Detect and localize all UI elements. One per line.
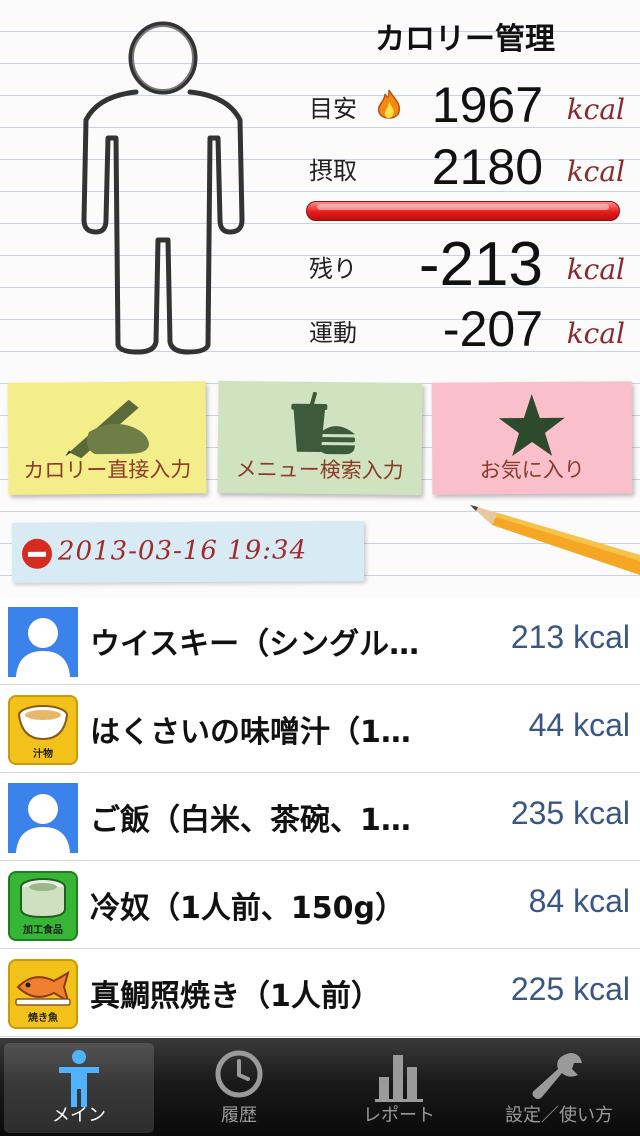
- stat-remaining-unit: kcal: [566, 253, 625, 286]
- entry-kcal: 84 kcal: [528, 883, 630, 919]
- bar-chart-icon: [375, 1055, 423, 1102]
- list-item[interactable]: 汁物 はくさいの味噌汁（1… 44 kcal: [0, 685, 640, 773]
- progress-shine: [317, 204, 609, 210]
- person-icon: [8, 607, 78, 677]
- grilled-fish-icon: 焼き魚: [8, 959, 78, 1029]
- tab-main[interactable]: メイン: [4, 1043, 154, 1133]
- tab-history-label: 履歴: [221, 1105, 257, 1126]
- food-entry-list: ウイスキー（シングル… 213 kcal 汁物 はくさいの味噌汁（1… 44 k…: [0, 597, 640, 1037]
- stat-remaining: 残り -213 kcal: [305, 230, 635, 299]
- stat-intake-unit: kcal: [566, 155, 625, 188]
- stat-target-label: 目安: [309, 95, 357, 123]
- person-icon: [59, 1050, 99, 1107]
- entry-name: 冷奴（1人前、150g）: [90, 891, 405, 926]
- tab-settings-label: 設定／使い方: [505, 1105, 613, 1126]
- tab-settings[interactable]: 設定／使い方: [484, 1043, 634, 1133]
- tab-main-label: メイン: [52, 1105, 106, 1126]
- stat-remaining-value: -213: [418, 230, 543, 299]
- menu-search-button[interactable]: メニュー検索入力: [217, 380, 423, 496]
- entry-name: 真鯛照焼き（1人前）: [90, 979, 381, 1014]
- pencil-icon: [470, 505, 640, 575]
- thumb-caption: 焼き魚: [28, 1013, 58, 1024]
- calorie-summary: カロリー管理 目安 1967 kcal 摂取 2180 kcal 残り -213…: [0, 0, 640, 372]
- clock-icon: [215, 1050, 263, 1098]
- stat-exercise-value: -207: [442, 301, 543, 357]
- body-figure-icon: [81, 21, 245, 355]
- drink-burger-icon: [291, 391, 356, 455]
- tab-history[interactable]: 履歴: [164, 1043, 314, 1133]
- stat-exercise-label: 運動: [309, 319, 357, 347]
- entry-kcal: 213 kcal: [510, 619, 630, 655]
- direct-input-label: カロリー直接入力: [23, 457, 192, 483]
- tab-report[interactable]: レポート: [324, 1043, 474, 1133]
- favorites-label: お気に入り: [479, 457, 585, 483]
- list-item[interactable]: 加工食品 冷奴（1人前、150g） 84 kcal: [0, 861, 640, 949]
- stat-intake: 摂取 2180 kcal: [305, 136, 635, 196]
- app-title: カロリー管理: [375, 22, 555, 57]
- date-text: 2013-03-16 19:34: [57, 535, 308, 567]
- direct-input-button[interactable]: カロリー直接入力: [7, 381, 207, 495]
- delete-minus-icon[interactable]: [21, 538, 53, 569]
- entry-kcal: 44 kcal: [528, 707, 630, 743]
- entry-kcal: 225 kcal: [510, 971, 630, 1007]
- intake-progress-bar: [306, 201, 620, 221]
- thumb-caption: 汁物: [33, 749, 53, 760]
- stat-intake-label: 摂取: [309, 157, 357, 185]
- can-icon: 加工食品: [8, 871, 78, 941]
- stat-target: 目安 1967 kcal: [305, 74, 635, 134]
- date-tag[interactable]: 2013-03-16 19:34: [11, 521, 365, 583]
- list-item[interactable]: ご飯（白米、茶碗、1… 235 kcal: [0, 773, 640, 861]
- tab-report-label: レポート: [363, 1105, 435, 1126]
- list-item[interactable]: ウイスキー（シングル… 213 kcal: [0, 597, 640, 685]
- stat-exercise: 運動 -207 kcal: [305, 298, 635, 358]
- flame-icon: [377, 89, 401, 119]
- wrench-icon: [532, 1053, 582, 1099]
- stat-remaining-label: 残り: [309, 255, 357, 283]
- menu-search-label: メニュー検索入力: [235, 457, 404, 483]
- entry-kcal: 235 kcal: [510, 795, 630, 831]
- entry-name: ウイスキー（シングル…: [90, 627, 420, 662]
- stat-target-unit: kcal: [566, 93, 625, 126]
- thumb-caption: 加工食品: [23, 925, 63, 936]
- stat-intake-value: 2180: [431, 139, 543, 195]
- favorites-button[interactable]: お気に入り: [431, 381, 633, 495]
- person-icon: [8, 783, 78, 853]
- entry-name: はくさいの味噌汁（1…: [90, 715, 411, 750]
- entry-name: ご飯（白米、茶碗、1…: [90, 803, 411, 838]
- list-item[interactable]: 焼き魚 真鯛照焼き（1人前） 225 kcal: [0, 949, 640, 1037]
- stat-target-value: 1967: [431, 77, 543, 133]
- tab-bar: メイン 履歴 レポート 設定／使い方: [0, 1038, 640, 1136]
- stat-exercise-unit: kcal: [566, 317, 625, 350]
- hand-writing-icon: [65, 399, 150, 459]
- star-icon: [498, 394, 565, 457]
- soup-bowl-icon: 汁物: [8, 695, 78, 765]
